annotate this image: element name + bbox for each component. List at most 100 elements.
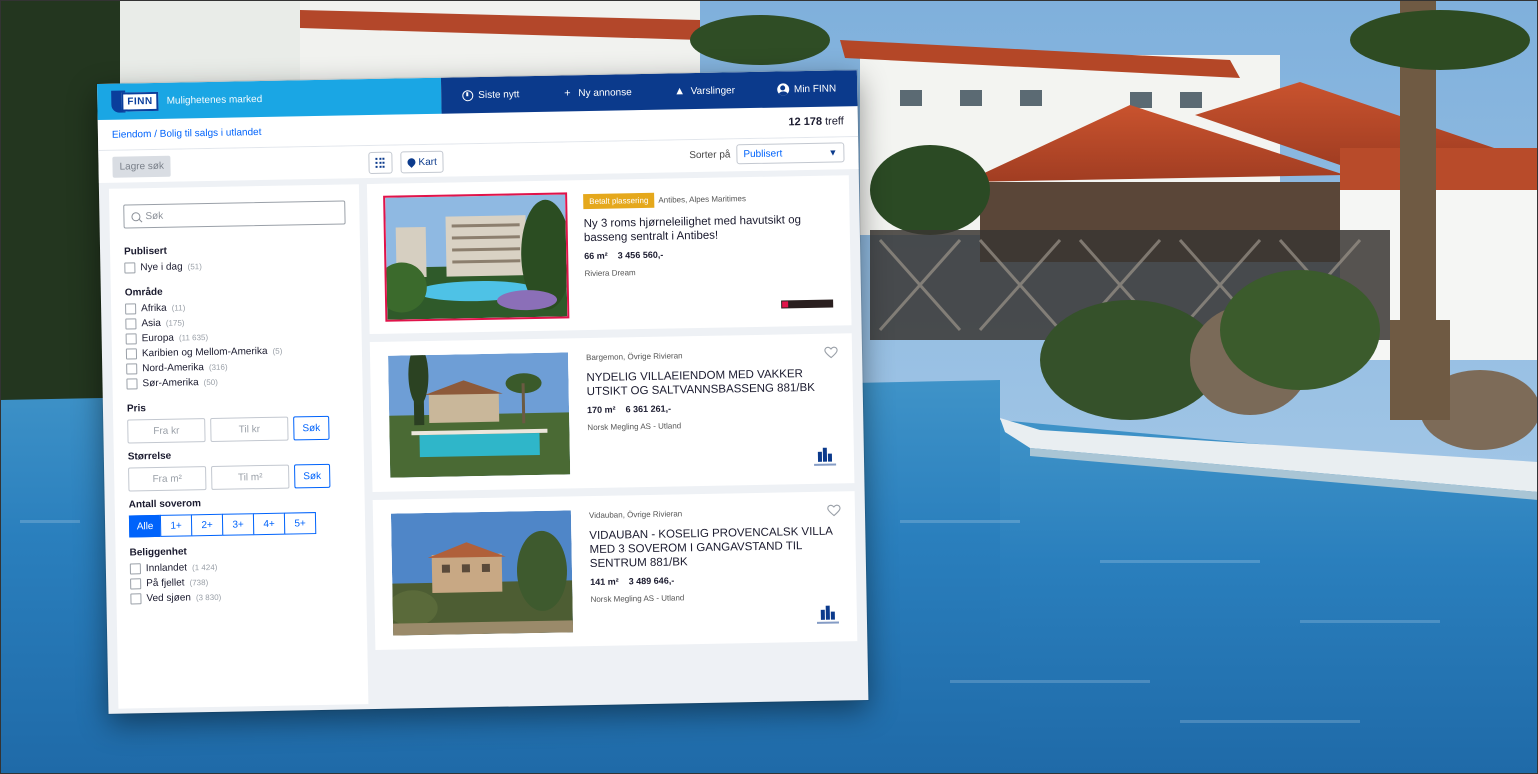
listing-size: 66 m²: [584, 250, 608, 262]
listing-meta: 170 m² 6 361 261,-: [587, 401, 835, 416]
grid-icon: [375, 157, 385, 168]
price-to-input[interactable]: Til kr: [210, 416, 289, 442]
norsk-megling-logo: [816, 605, 840, 624]
checkbox-seaside[interactable]: Ved sjøen (3 830): [130, 589, 352, 605]
brand-area: FINN Mulighetenes marked: [97, 77, 442, 120]
listing-info: Bargemon, Övrige Rivieran NYDELIG VILLAE…: [586, 348, 835, 432]
listing-photo[interactable]: [390, 510, 574, 636]
map-view-button[interactable]: Kart: [400, 150, 445, 174]
listing-photo[interactable]: [388, 352, 571, 478]
listing-info: Betalt plassering Antibes, Alpes Maritime…: [583, 190, 832, 278]
listing-card[interactable]: Vidauban, Övrige Rivieran VIDAUBAN - KOS…: [372, 491, 858, 650]
filter-sidebar: Søk Publisert Nye i dag (51) Område Afri…: [108, 184, 369, 709]
content-area: Søk Publisert Nye i dag (51) Område Afri…: [99, 169, 868, 709]
checkbox-count: (11 635): [178, 333, 209, 343]
filter-bedrooms-title: Antall soverom: [128, 498, 202, 511]
bedrooms-4plus[interactable]: 4+: [252, 512, 286, 536]
checkbox-label: Innlandet: [145, 562, 188, 575]
search-input[interactable]: Søk: [123, 200, 346, 229]
checkbox-area-africa[interactable]: Afrika (11): [125, 299, 347, 315]
bedrooms-segmented: Alle 1+ 2+ 3+ 4+ 5+: [128, 511, 351, 538]
nav-latest[interactable]: Siste nytt: [462, 89, 519, 101]
search-icon: [131, 211, 141, 221]
listing-title[interactable]: Ny 3 roms hjørneleilighet med havutsikt …: [584, 213, 832, 246]
checkbox-area-europe[interactable]: Europa (11 635): [125, 329, 348, 345]
checkbox-count: (5): [272, 346, 283, 356]
checkbox-label: Ved sjøen: [146, 592, 192, 605]
listing-photo[interactable]: [383, 192, 570, 322]
checkbox-label: Nye i dag: [140, 261, 183, 274]
grid-view-button[interactable]: [368, 151, 393, 175]
checkbox-count: (11): [171, 303, 186, 313]
filter-size-title: Størrelse: [127, 450, 172, 463]
checkbox-box[interactable]: [125, 318, 137, 330]
checkbox-box[interactable]: [129, 563, 141, 575]
listing-card[interactable]: Bargemon, Övrige Rivieran NYDELIG VILLAE…: [369, 333, 855, 493]
checkbox-count: (51): [187, 262, 202, 272]
favorite-heart-icon[interactable]: [824, 345, 838, 359]
main-nav: Siste nytt + Ny annonse ▲ Varslinger Min…: [440, 70, 858, 114]
price-range: Fra kr Til kr Søk: [127, 415, 349, 444]
hit-count-number: 12 178: [788, 115, 823, 129]
filter-published-title: Publisert: [123, 245, 167, 258]
bedrooms-1plus[interactable]: 1+: [159, 514, 193, 537]
breadcrumb[interactable]: Eiendom / Bolig til salgs i utlandet: [112, 126, 262, 140]
size-to-input[interactable]: Til m²: [211, 464, 290, 490]
checkbox-count: (175): [165, 318, 185, 328]
nav-my-finn[interactable]: Min FINN: [776, 82, 837, 96]
clock-icon: [462, 89, 474, 101]
checkbox-box[interactable]: [125, 333, 137, 345]
size-from-input[interactable]: Fra m²: [128, 466, 207, 492]
listing-price: 6 361 261,-: [625, 403, 672, 415]
bedrooms-all[interactable]: Alle: [128, 514, 162, 538]
bedrooms-5plus[interactable]: 5+: [283, 512, 317, 535]
checkbox-area-south-america[interactable]: Sør-Amerika (50): [126, 374, 348, 390]
checkbox-mountain[interactable]: På fjellet (738): [130, 574, 352, 590]
checkbox-box[interactable]: [124, 262, 136, 274]
listing-size: 170 m²: [586, 404, 616, 416]
listing-meta: 141 m² 3 489 646,-: [590, 573, 838, 588]
checkbox-area-asia[interactable]: Asia (175): [125, 314, 347, 330]
bedrooms-3plus[interactable]: 3+: [221, 513, 255, 536]
size-range: Fra m² Til m² Søk: [128, 463, 350, 492]
size-search-button[interactable]: Søk: [294, 463, 331, 489]
nav-new-ad[interactable]: + Ny annonse: [561, 86, 632, 100]
hit-count-label: treff: [824, 115, 844, 128]
checkbox-count: (50): [203, 377, 218, 388]
favorite-heart-icon[interactable]: [827, 503, 841, 517]
listing-title[interactable]: NYDELIG VILLAEIENDOM MED VAKKER UTSIKT O…: [586, 367, 834, 400]
nav-new-ad-label: Ny annonse: [578, 86, 632, 99]
sort-select[interactable]: Publisert ▼: [736, 142, 845, 165]
nav-my-finn-label: Min FINN: [793, 82, 837, 95]
sort-label: Sorter på: [689, 148, 731, 161]
checkbox-box[interactable]: [125, 348, 138, 360]
map-pin-icon: [405, 156, 418, 168]
checkbox-area-caribbean[interactable]: Karibien og Mellom-Amerika (5): [125, 344, 348, 360]
filter-location-title: Beliggenhet: [129, 546, 187, 559]
listing-size: 141 m²: [590, 576, 619, 588]
checkbox-new-today[interactable]: Nye i dag (51): [124, 258, 346, 274]
checkbox-box[interactable]: [130, 578, 142, 590]
plus-icon: +: [564, 87, 571, 100]
search-placeholder: Søk: [145, 210, 164, 222]
view-toggle: Kart: [368, 150, 445, 175]
listing-price: 3 456 560,-: [617, 249, 664, 261]
listing-title[interactable]: VIDAUBAN - KOSELIG PROVENCALSK VILLA MED…: [589, 525, 838, 572]
checkbox-box[interactable]: [125, 303, 137, 315]
checkbox-box[interactable]: [130, 593, 142, 605]
finn-logo[interactable]: FINN: [111, 90, 159, 113]
checkbox-box[interactable]: [126, 363, 138, 375]
price-from-input[interactable]: Fra kr: [127, 418, 206, 444]
price-search-button[interactable]: Søk: [293, 415, 330, 441]
nav-notifications[interactable]: ▲ Varslinger: [674, 84, 736, 98]
save-search-button[interactable]: Lagre søk: [112, 155, 172, 178]
nav-notifications-label: Varslinger: [690, 84, 736, 97]
checkbox-count: (3 830): [195, 592, 222, 603]
checkbox-inland[interactable]: Innlandet (1 424): [129, 559, 352, 575]
listing-card[interactable]: Betalt plassering Antibes, Alpes Maritime…: [366, 175, 852, 335]
checkbox-box[interactable]: [126, 378, 138, 390]
checkbox-area-north-america[interactable]: Nord-Amerika (316): [126, 359, 348, 375]
bedrooms-2plus[interactable]: 2+: [190, 513, 224, 537]
checkbox-label: Sør-Amerika: [142, 377, 199, 390]
finn-logo-text: FINN: [121, 91, 159, 112]
